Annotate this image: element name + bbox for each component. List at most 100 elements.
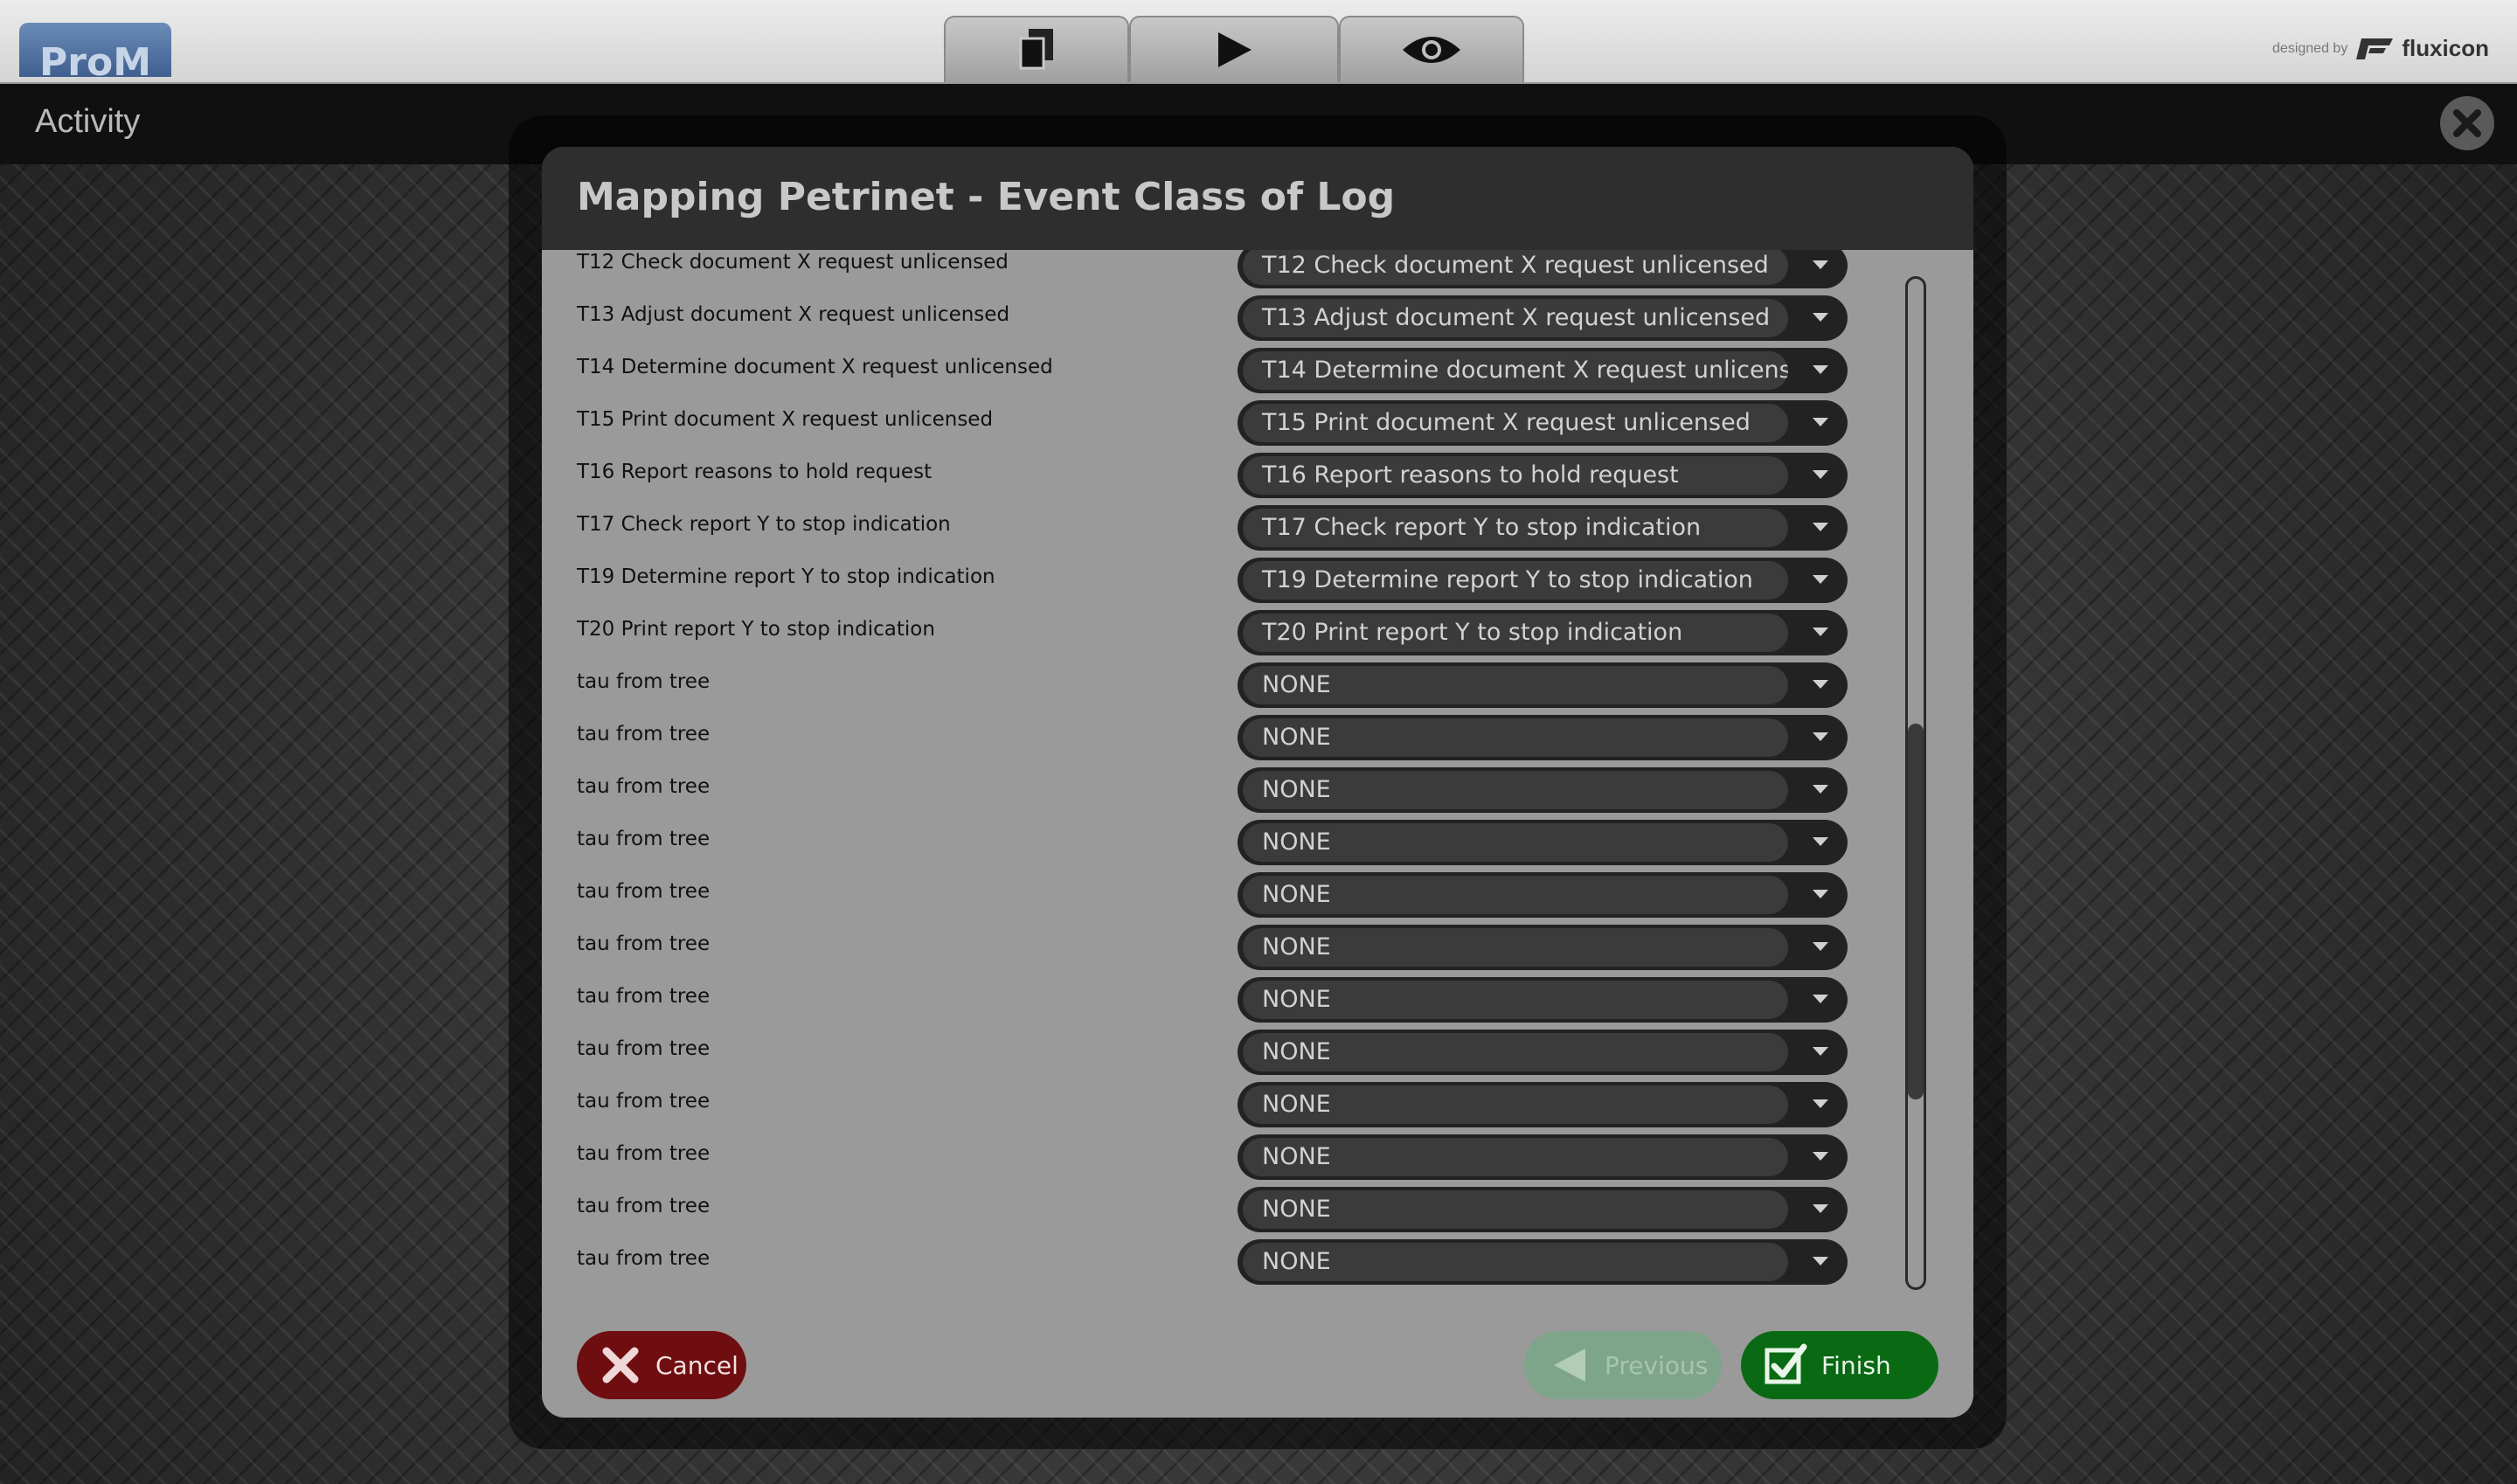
mapping-row: tau from tree NONE xyxy=(542,1023,1973,1075)
tab-action[interactable] xyxy=(1129,16,1339,82)
transition-label: tau from tree xyxy=(577,670,711,693)
event-class-select[interactable]: NONE xyxy=(1238,925,1848,970)
event-class-select-value: T12 Check document X request unlicensed xyxy=(1243,250,1788,285)
mapping-row: tau from tree NONE xyxy=(542,1075,1973,1127)
event-class-select-value: T13 Adjust document X request unlicensed xyxy=(1243,299,1788,337)
chevron-down-icon xyxy=(1813,365,1828,374)
chevron-down-icon xyxy=(1813,1204,1828,1213)
close-workspace-button[interactable] xyxy=(2440,96,2494,150)
mapping-row: tau from tree NONE xyxy=(542,760,1973,813)
tab-view[interactable] xyxy=(1339,16,1524,82)
activity-title: Activity xyxy=(35,103,141,140)
transition-label: T19 Determine report Y to stop indicatio… xyxy=(577,565,995,588)
documents-icon xyxy=(1019,29,1053,70)
transition-label: tau from tree xyxy=(577,1037,711,1060)
play-icon xyxy=(1218,32,1252,67)
event-class-select[interactable]: NONE xyxy=(1238,767,1848,813)
chevron-down-icon xyxy=(1813,1047,1828,1056)
event-class-select[interactable]: NONE xyxy=(1238,820,1848,865)
mapping-row: tau from tree NONE xyxy=(542,865,1973,918)
chevron-down-icon xyxy=(1813,1152,1828,1161)
mapping-row: T16 Report reasons to hold request T16 Re… xyxy=(542,446,1973,498)
event-class-select[interactable]: T14 Determine document X request unlicen… xyxy=(1238,348,1848,393)
chevron-down-icon xyxy=(1813,995,1828,1003)
event-class-select[interactable]: NONE xyxy=(1238,977,1848,1023)
mapping-row: T14 Determine document X request unlicen… xyxy=(542,341,1973,393)
event-class-select[interactable]: NONE xyxy=(1238,872,1848,918)
chevron-down-icon xyxy=(1813,942,1828,951)
previous-button[interactable]: Previous xyxy=(1524,1331,1722,1399)
event-class-select-value: T17 Check report Y to stop indication xyxy=(1243,509,1788,547)
event-class-select-value: NONE xyxy=(1243,1190,1788,1229)
transition-label: T14 Determine document X request unlicen… xyxy=(577,356,1053,378)
chevron-down-icon xyxy=(1813,837,1828,846)
transition-label: T16 Report reasons to hold request xyxy=(577,461,933,483)
event-class-select[interactable]: NONE xyxy=(1238,1187,1848,1232)
mapping-row: tau from tree NONE xyxy=(542,970,1973,1023)
event-class-select[interactable]: NONE xyxy=(1238,715,1848,760)
event-class-select[interactable]: T19 Determine report Y to stop indicatio… xyxy=(1238,558,1848,603)
transition-label: tau from tree xyxy=(577,985,711,1008)
event-class-select[interactable]: NONE xyxy=(1238,662,1848,708)
event-class-select[interactable]: T13 Adjust document X request unlicensed xyxy=(1238,295,1848,341)
cancel-label: Cancel xyxy=(655,1350,738,1380)
event-class-select[interactable]: T12 Check document X request unlicensed xyxy=(1238,250,1848,288)
event-class-select-value: T14 Determine document X request unlicen… xyxy=(1243,351,1788,390)
scrollbar-thumb[interactable] xyxy=(1908,724,1924,1099)
mapping-row: tau from tree NONE xyxy=(542,918,1973,970)
event-class-select[interactable]: T16 Report reasons to hold request xyxy=(1238,453,1848,498)
mapping-row: T20 Print report Y to stop indication T20… xyxy=(542,603,1973,655)
transition-label: tau from tree xyxy=(577,1142,711,1165)
transition-label: tau from tree xyxy=(577,775,711,798)
chevron-down-icon xyxy=(1813,260,1828,269)
previous-label: Previous xyxy=(1605,1350,1709,1380)
event-class-select-value: NONE xyxy=(1243,876,1788,914)
event-class-select[interactable]: NONE xyxy=(1238,1239,1848,1285)
event-class-select[interactable]: T20 Print report Y to stop indication xyxy=(1238,610,1848,655)
chevron-down-icon xyxy=(1813,785,1828,794)
event-class-select-value: NONE xyxy=(1243,666,1788,704)
mapping-dialog: Mapping Petrinet - Event Class of Log T1… xyxy=(542,147,1973,1418)
transition-label: T12 Check document X request unlicensed xyxy=(577,251,1009,274)
event-class-select-value: T19 Determine report Y to stop indicatio… xyxy=(1243,561,1788,600)
left-arrow-icon xyxy=(1554,1349,1585,1382)
chevron-down-icon xyxy=(1813,890,1828,898)
event-class-select-value: NONE xyxy=(1243,1243,1788,1281)
event-class-select-value: T15 Print document X request unlicensed xyxy=(1243,404,1788,442)
mapping-row: tau from tree NONE xyxy=(542,813,1973,865)
event-class-select-value: T16 Report reasons to hold request xyxy=(1243,456,1788,495)
event-class-select-value: NONE xyxy=(1243,718,1788,757)
cancel-x-icon xyxy=(602,1347,639,1383)
transition-label: T17 Check report Y to stop indication xyxy=(577,513,951,536)
chevron-down-icon xyxy=(1813,470,1828,479)
top-bar: ProM designed by fluxicon xyxy=(0,0,2517,84)
dialog-header: Mapping Petrinet - Event Class of Log xyxy=(542,147,1973,250)
transition-label: T20 Print report Y to stop indication xyxy=(577,618,935,641)
mapping-row: tau from tree NONE xyxy=(542,1180,1973,1232)
transition-label: tau from tree xyxy=(577,880,711,903)
event-class-select-value: NONE xyxy=(1243,771,1788,809)
finish-label: Finish xyxy=(1821,1350,1891,1380)
event-class-select[interactable]: T17 Check report Y to stop indication xyxy=(1238,505,1848,551)
transition-label: T13 Adjust document X request unlicensed xyxy=(577,303,1010,326)
event-class-select[interactable]: NONE xyxy=(1238,1082,1848,1127)
mapping-list[interactable]: T12 Check document X request unlicensed T… xyxy=(542,250,1973,1418)
tab-workspace[interactable] xyxy=(944,16,1129,82)
chevron-down-icon xyxy=(1813,313,1828,322)
close-icon xyxy=(2453,109,2481,137)
checkbox-check-icon xyxy=(1765,1343,1807,1384)
transition-label: tau from tree xyxy=(577,1090,711,1113)
finish-button[interactable]: Finish xyxy=(1741,1331,1938,1399)
eye-icon xyxy=(1403,37,1460,63)
event-class-select[interactable]: NONE xyxy=(1238,1134,1848,1180)
event-class-select[interactable]: T15 Print document X request unlicensed xyxy=(1238,400,1848,446)
transition-label: tau from tree xyxy=(577,933,711,955)
event-class-select[interactable]: NONE xyxy=(1238,1030,1848,1075)
chevron-down-icon xyxy=(1813,575,1828,584)
transition-label: tau from tree xyxy=(577,1195,711,1217)
chevron-down-icon xyxy=(1813,523,1828,531)
designed-by-prefix: designed by xyxy=(2272,40,2348,56)
prom-logo: ProM xyxy=(19,23,171,77)
designed-by: designed by fluxicon xyxy=(2272,35,2489,62)
cancel-button[interactable]: Cancel xyxy=(577,1331,746,1399)
